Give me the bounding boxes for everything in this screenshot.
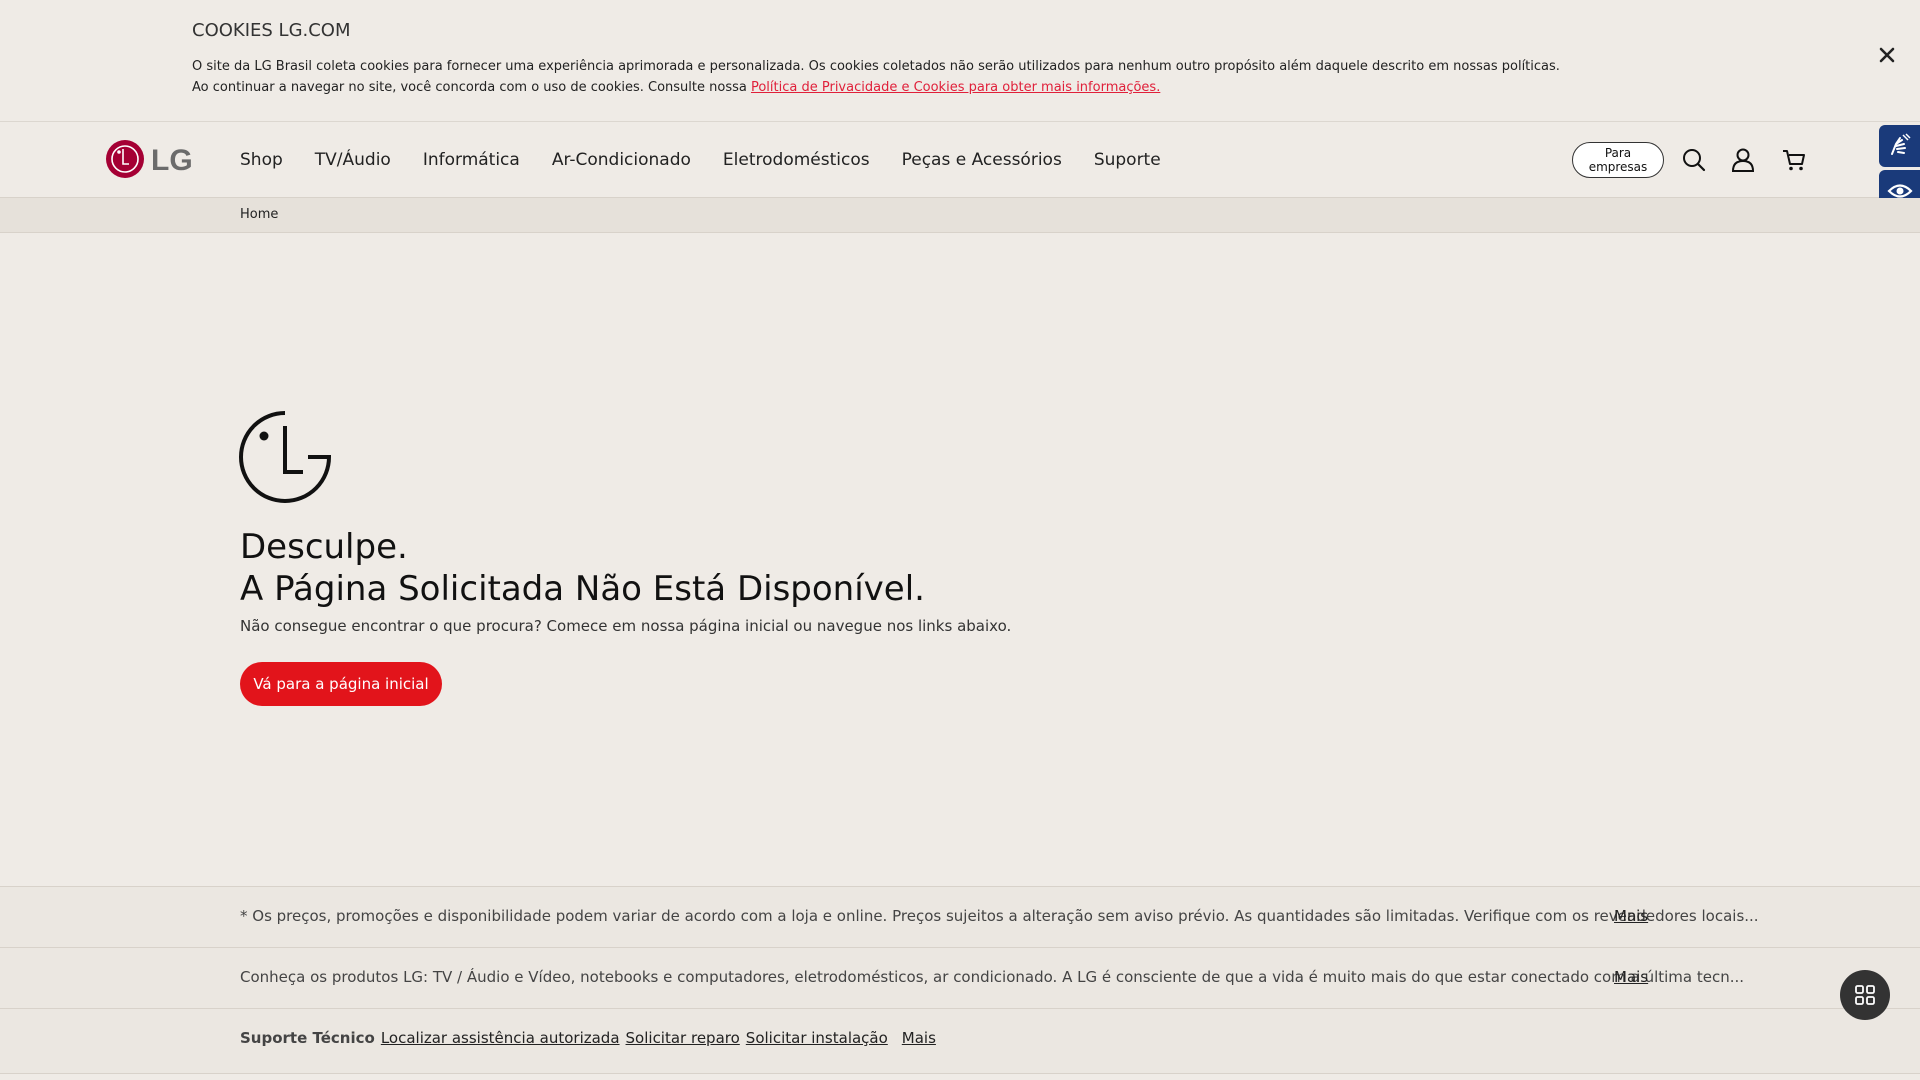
disclaimer-more-link[interactable]: Mais xyxy=(1614,907,1648,925)
nav-item-tv-audio[interactable]: TV/Áudio xyxy=(315,150,391,170)
lg-logo[interactable]: LG xyxy=(105,138,195,180)
cookie-text: O site da LG Brasil coleta cookies para … xyxy=(192,56,1560,98)
business-button[interactable]: Para empresas xyxy=(1572,142,1664,178)
grid-icon[interactable] xyxy=(1840,970,1890,1020)
page-subtitle: Não consegue encontrar o que procura? Co… xyxy=(240,617,1012,635)
nav-item-eletrodomesticos[interactable]: Eletrodomésticos xyxy=(723,150,870,170)
user-icon[interactable] xyxy=(1730,147,1756,173)
support-more-link[interactable]: Mais xyxy=(902,1029,936,1047)
support-link-reparo[interactable]: Solicitar reparo xyxy=(626,1029,740,1047)
business-button-line1: Para xyxy=(1604,146,1632,160)
support-label: Suporte Técnico xyxy=(240,1029,375,1047)
cookie-line-1: O site da LG Brasil coleta cookies para … xyxy=(192,59,1560,74)
cookie-banner: COOKIES LG.COM O site da LG Brasil colet… xyxy=(0,0,1920,122)
nav-item-suporte[interactable]: Suporte xyxy=(1094,150,1161,170)
site-header: LG Shop TV/Áudio Informática Ar-Condicio… xyxy=(0,122,1920,198)
support-links: Suporte Técnico Localizar assistência aut… xyxy=(240,1029,942,1047)
about-more-link[interactable]: Mais xyxy=(1614,968,1648,986)
cookie-line-2: Ao continuar a navegar no site, você con… xyxy=(192,77,1560,98)
disclaimer-strip: * Os preços, promoções e disponibilidade… xyxy=(0,886,1920,947)
business-button-line2: empresas xyxy=(1588,160,1648,174)
sign-language-icon[interactable] xyxy=(1879,125,1920,167)
about-text: Conheça os produtos LG: TV / Áudio e Víd… xyxy=(240,968,1745,986)
nav-item-pecas-acessorios[interactable]: Peças e Acessórios xyxy=(902,150,1062,170)
logo-text: LG xyxy=(151,144,193,177)
cart-icon[interactable] xyxy=(1781,147,1807,173)
privacy-policy-link[interactable]: Política de Privacidade e Cookies para o… xyxy=(751,80,1160,95)
page-title-line2: A Página Solicitada Não Está Disponível. xyxy=(240,569,925,609)
cookie-line-2-text: Ao continuar a navegar no site, você con… xyxy=(192,80,751,95)
about-strip: Conheça os produtos LG: TV / Áudio e Víd… xyxy=(0,947,1920,1008)
search-icon[interactable] xyxy=(1681,147,1707,173)
support-link-assistencia[interactable]: Localizar assistência autorizada xyxy=(381,1029,620,1047)
support-link-instalacao[interactable]: Solicitar instalação xyxy=(746,1029,888,1047)
main-nav: Shop TV/Áudio Informática Ar-Condicionad… xyxy=(240,122,1161,198)
breadcrumb: Home xyxy=(0,198,1920,233)
breadcrumb-home[interactable]: Home xyxy=(240,207,278,222)
nav-item-informatica[interactable]: Informática xyxy=(423,150,520,170)
page-title: Desculpe. A Página Solicitada Não Está D… xyxy=(240,526,925,610)
cookie-title: COOKIES LG.COM xyxy=(192,20,351,41)
support-strip: Suporte Técnico Localizar assistência aut… xyxy=(0,1008,1920,1074)
page-title-line1: Desculpe. xyxy=(240,527,408,567)
nav-item-ar-condicionado[interactable]: Ar-Condicionado xyxy=(552,150,691,170)
disclaimer-text: * Os preços, promoções e disponibilidade… xyxy=(240,907,1759,925)
nav-item-shop[interactable]: Shop xyxy=(240,150,283,170)
lg-emblem xyxy=(238,410,332,504)
go-home-button[interactable]: Vá para a página inicial xyxy=(240,662,442,706)
close-icon[interactable] xyxy=(1876,44,1898,66)
